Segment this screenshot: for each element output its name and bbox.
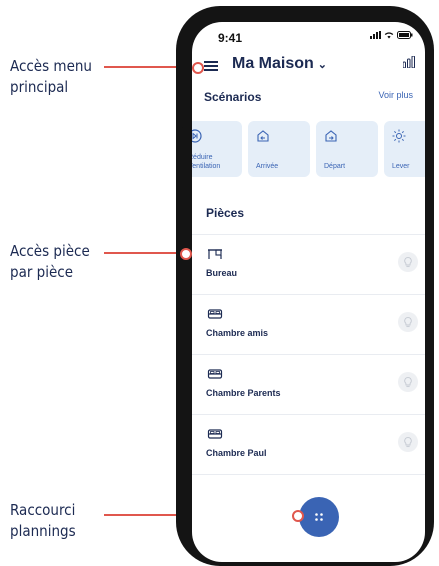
annotation-rooms: Accès pièce par pièce [10,241,90,283]
desk-icon [208,249,222,259]
light-toggle[interactable] [398,432,418,452]
hamburger-menu-icon[interactable] [204,61,218,71]
status-bar: 9:41 [192,22,425,45]
scenario-list: Réduire Ventilation Arrivée Départ Lever [192,121,425,177]
bulb-icon [404,376,412,387]
room-item-chambre-paul[interactable]: Chambre Paul [192,414,425,475]
rooms-title: Pièces [206,206,245,220]
annotation-text: Raccourci [10,501,76,519]
app-header: Ma Maison ⌄ [192,52,425,78]
status-time: 9:41 [218,31,243,45]
house-name: Ma Maison [232,55,314,72]
scenario-card-arrival[interactable]: Arrivée [248,121,310,177]
room-name: Chambre Paul [206,448,267,458]
light-toggle[interactable] [398,372,418,392]
bulb-icon [404,436,412,447]
annotation-dot [192,62,204,74]
annotation-dot [180,248,192,260]
wifi-icon [384,32,394,39]
annotation-text: Accès menu [10,57,92,75]
room-item-chambre-parents[interactable]: Chambre Parents [192,354,425,414]
annotation-dot [292,510,304,522]
light-toggle[interactable] [398,312,418,332]
room-list: Bureau Chambre amis Chambre Parents Cham… [192,234,425,475]
scenario-card-reduce-ventilation[interactable]: Réduire Ventilation [192,121,242,177]
room-name: Chambre amis [206,328,269,338]
phone-side-button [177,126,183,200]
bed-icon [207,309,223,319]
bulb-icon [404,256,412,267]
scenario-card-wake-up[interactable]: Lever [384,121,425,177]
see-more-link[interactable]: Voir plus [378,90,413,100]
consumption-chart-icon[interactable] [403,56,415,68]
signal-icon [370,31,381,39]
bed-icon [207,369,223,379]
annotation-text: principal [10,78,69,96]
bed-icon [207,429,223,439]
room-item-chambre-amis[interactable]: Chambre amis [192,294,425,354]
room-name: Chambre Parents [206,388,281,398]
light-toggle[interactable] [398,252,418,272]
plannings-shortcut-button[interactable] [299,497,339,537]
house-selector[interactable]: Ma Maison ⌄ [232,55,327,73]
battery-icon [397,31,413,39]
scenario-card-departure[interactable]: Départ [316,121,378,177]
status-icons [370,31,413,39]
annotation-text: Accès pièce [10,242,90,260]
scenarios-title: Scénarios [204,90,262,104]
annotation-text: par pièce [10,263,74,281]
scenario-label: Réduire Ventilation [192,154,221,170]
skip-circle-icon [192,129,202,143]
home-enter-icon [257,130,269,142]
grid-dots-icon [315,513,323,521]
scenario-label: Lever [392,163,410,170]
scenario-label: Départ [324,163,346,170]
chevron-down-icon: ⌄ [317,59,328,71]
annotation-plannings: Raccourci plannings [10,500,76,542]
room-name: Bureau [206,268,238,278]
sun-icon [392,129,406,143]
room-item-bureau[interactable]: Bureau [192,234,425,294]
home-leave-icon [325,130,337,142]
app-screen: 9:41 Ma Maison⌄ Scénarios Voir plus Rédu… [192,22,425,562]
annotation-text: plannings [10,522,76,540]
bulb-icon [404,316,412,327]
scenario-label: Arrivée [256,163,279,170]
annotation-menu: Accès menu principal [10,56,92,98]
